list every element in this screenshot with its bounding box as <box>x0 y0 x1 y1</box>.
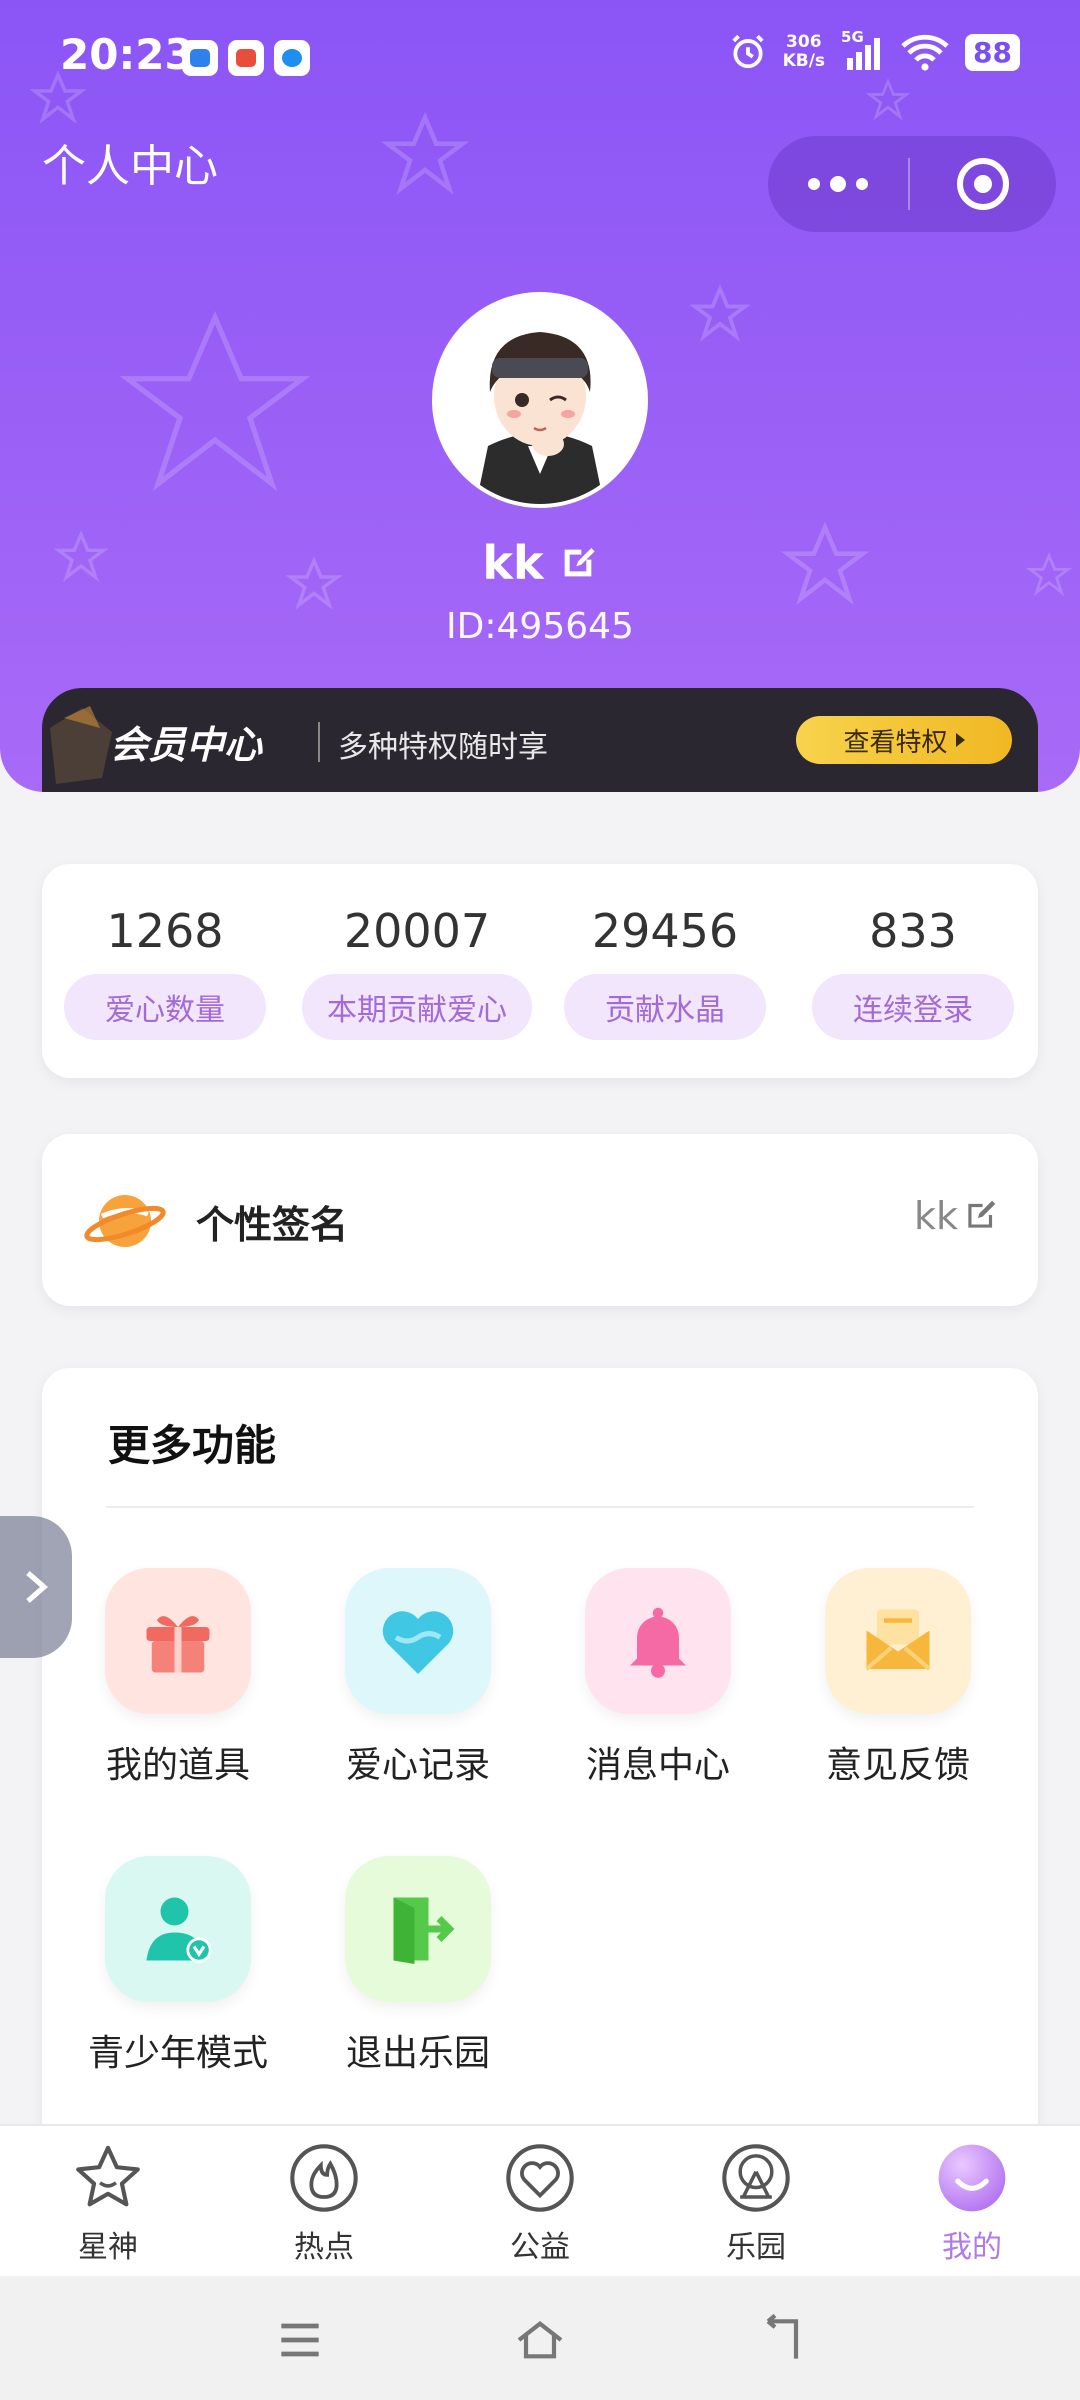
tab-label: 热点 <box>294 2230 354 2265</box>
user-id: ID:495645 <box>446 606 634 647</box>
net-speed-value: 306 <box>786 32 822 52</box>
net-speed: 306 KB/s <box>783 33 825 71</box>
back-icon[interactable] <box>752 2312 812 2368</box>
heart-records-button[interactable]: 爱心记录 <box>318 1568 518 1788</box>
play-arrow-icon <box>955 733 965 747</box>
wifi-icon <box>901 34 949 71</box>
alarm-icon <box>731 34 764 69</box>
avatar-illustration <box>436 296 644 504</box>
smile-icon <box>938 2144 1006 2212</box>
username-row: kk <box>0 536 1080 590</box>
signal-icon: 5G <box>841 28 885 72</box>
decor-star-icon <box>119 310 311 492</box>
heart-icon <box>345 1568 491 1714</box>
signature-label: 个性签名 <box>196 1203 349 1247</box>
tab-mine[interactable]: 我的 <box>892 2140 1052 2266</box>
exit-icon <box>345 1856 491 2002</box>
function-label: 我的道具 <box>105 1745 250 1786</box>
teen-mode-icon <box>105 1856 251 2002</box>
page-title: 个人中心 <box>42 141 218 192</box>
stat-label: 连续登录 <box>812 974 1014 1040</box>
net-speed-unit: KB/s <box>782 51 826 71</box>
status-bar: 20:23 306 KB/s 5G 88 <box>0 0 1080 110</box>
signature-value: kk <box>913 1194 958 1238</box>
stats-card: 1268 爱心数量 20007 本期贡献爱心 29456 贡献水晶 833 连续… <box>42 864 1038 1078</box>
more-functions-title: 更多功能 <box>108 1421 277 1470</box>
status-time: 20:23 <box>60 30 194 79</box>
stat-label: 爱心数量 <box>64 974 266 1040</box>
decor-star-icon <box>380 111 470 196</box>
star-icon <box>76 2145 140 2207</box>
stat-period-contribution[interactable]: 20007 本期贡献爱心 <box>302 904 532 1040</box>
view-privileges-button[interactable]: 查看特权 <box>796 716 1012 764</box>
message-center-button[interactable]: 消息中心 <box>558 1568 758 1788</box>
profile-header: 20:23 306 KB/s 5G 88 个人中心 kk ID:495645 会… <box>0 0 1080 792</box>
function-label: 青少年模式 <box>87 2033 268 2074</box>
function-label: 意见反馈 <box>825 1745 970 1786</box>
section-divider <box>106 1506 974 1508</box>
stat-crystals[interactable]: 29456 贡献水晶 <box>564 904 766 1040</box>
tab-label: 我的 <box>942 2230 1002 2265</box>
more-options-button[interactable] <box>768 136 908 232</box>
side-expand-button[interactable] <box>0 1516 72 1658</box>
feedback-button[interactable]: 意见反馈 <box>798 1568 998 1788</box>
edit-signature-icon[interactable] <box>962 1196 1000 1234</box>
ferris-wheel-icon <box>722 2144 790 2212</box>
stat-label: 贡献水晶 <box>564 974 766 1040</box>
app-notification-icon <box>228 40 264 76</box>
dot-icon <box>808 178 820 190</box>
stat-login-streak[interactable]: 833 连续登录 <box>812 904 1014 1040</box>
function-label: 消息中心 <box>585 1745 730 1786</box>
teen-mode-button[interactable]: 青少年模式 <box>78 1856 278 2076</box>
heart-outline-icon <box>506 2144 574 2212</box>
stat-label: 本期贡献爱心 <box>302 974 532 1040</box>
signature-card[interactable]: 个性签名 kk <box>42 1134 1038 1306</box>
target-icon <box>957 158 1009 210</box>
tab-park[interactable]: 乐园 <box>676 2140 836 2266</box>
avatar[interactable] <box>432 292 648 508</box>
app-notification-icon <box>182 40 218 76</box>
mini-program-capsule <box>768 136 1056 232</box>
vip-title: 会员中心 <box>110 723 263 767</box>
function-label: 爱心记录 <box>345 1745 490 1786</box>
decor-star-icon <box>690 284 750 342</box>
system-nav-bar <box>0 2276 1080 2400</box>
bell-icon <box>585 1568 731 1714</box>
menu-icon[interactable] <box>270 2312 330 2368</box>
tab-label: 公益 <box>510 2230 570 2265</box>
flame-icon <box>290 2144 358 2212</box>
stat-hearts[interactable]: 1268 爱心数量 <box>64 904 266 1040</box>
tab-label: 星神 <box>78 2230 138 2265</box>
vip-subtitle: 多种特权随时享 <box>338 730 548 765</box>
tab-label: 乐园 <box>726 2230 786 2265</box>
stat-value: 20007 <box>343 904 491 958</box>
close-mini-program-button[interactable] <box>910 136 1056 232</box>
home-icon[interactable] <box>510 2312 570 2368</box>
vip-banner[interactable]: 会员中心 多种特权随时享 查看特权 <box>42 688 1038 792</box>
gift-icon <box>105 1568 251 1714</box>
tab-charity[interactable]: 公益 <box>460 2140 620 2266</box>
battery-indicator: 88 <box>965 33 1020 71</box>
tab-star-gods[interactable]: 星神 <box>28 2140 188 2266</box>
edit-name-icon[interactable] <box>558 543 598 583</box>
vip-divider <box>318 722 320 762</box>
dot-icon <box>830 176 846 192</box>
chevron-right-icon <box>26 1571 48 1603</box>
stat-value: 29456 <box>591 904 739 958</box>
function-label: 退出乐园 <box>345 2033 490 2074</box>
more-functions-card: 更多功能 我的道具 爱心记录 消息中心 意见反馈 青少年模式 退出乐园 <box>42 1368 1038 2128</box>
envelope-icon <box>825 1568 971 1714</box>
app-notification-icon <box>274 40 310 76</box>
dot-icon <box>856 178 868 190</box>
exit-park-button[interactable]: 退出乐园 <box>318 1856 518 2076</box>
stat-value: 1268 <box>106 904 224 958</box>
my-props-button[interactable]: 我的道具 <box>78 1568 278 1788</box>
view-privileges-label: 查看特权 <box>843 727 948 758</box>
tab-hot[interactable]: 热点 <box>244 2140 404 2266</box>
username: kk <box>482 536 544 590</box>
bottom-tab-bar: 星神 热点 公益 乐园 我的 <box>0 2124 1080 2276</box>
planet-icon <box>84 1195 166 1247</box>
stat-value: 833 <box>869 904 957 958</box>
